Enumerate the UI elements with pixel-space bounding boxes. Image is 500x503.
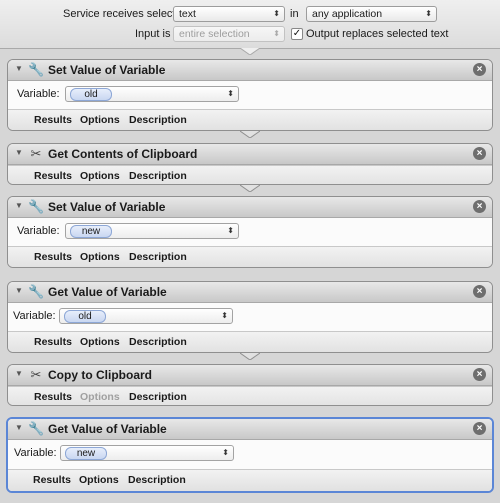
action-titlebar[interactable]: ▼ ✂ Copy to Clipboard ×: [8, 365, 492, 386]
action-footer: Results Options Description: [8, 331, 492, 352]
tab-options: Options: [80, 391, 120, 403]
action-title: Copy to Clipboard: [48, 368, 152, 382]
action-title: Get Value of Variable: [48, 285, 167, 299]
tab-description[interactable]: Description: [129, 251, 187, 263]
action-titlebar[interactable]: ▼ 🔧 Get Value of Variable ×: [8, 282, 492, 303]
service-receives-label: Service receives selected: [63, 8, 188, 20]
tab-options[interactable]: Options: [80, 251, 120, 263]
input-scope-popup[interactable]: entire selection ⬍: [173, 26, 285, 42]
wrench-icon: 🔧: [28, 62, 45, 77]
flow-connector: [240, 48, 260, 55]
action-footer: Results Options Description: [8, 246, 492, 267]
wrench-icon: 🔧: [28, 421, 45, 436]
variable-popup[interactable]: old ⬍: [65, 86, 239, 102]
variable-token: old: [64, 310, 106, 323]
input-scope-value: entire selection: [179, 28, 250, 40]
flow-connector: [240, 353, 260, 360]
variable-token: new: [65, 447, 107, 460]
application-popup[interactable]: any application ⬍: [306, 6, 437, 22]
scissors-icon: ✂: [30, 146, 42, 161]
action-get-value-new[interactable]: ▼ 🔧 Get Value of Variable × Variable: ne…: [6, 417, 494, 493]
action-footer: Results Options Description: [8, 386, 492, 405]
variable-token: old: [70, 88, 112, 101]
variable-token: new: [70, 225, 112, 238]
tab-description[interactable]: Description: [129, 336, 187, 348]
tab-description[interactable]: Description: [128, 474, 186, 486]
action-get-value-old[interactable]: ▼ 🔧 Get Value of Variable × Variable: ol…: [7, 281, 493, 353]
variable-label: Variable:: [17, 225, 60, 237]
disclosure-triangle-icon[interactable]: ▼: [15, 286, 23, 295]
input-is-label: Input is: [135, 28, 171, 40]
close-icon[interactable]: ×: [473, 368, 486, 381]
action-copy-clipboard[interactable]: ▼ ✂ Copy to Clipboard × Results Options …: [7, 364, 493, 406]
tab-results[interactable]: Results: [34, 391, 72, 403]
action-titlebar[interactable]: ▼ ✂ Get Contents of Clipboard ×: [8, 144, 492, 165]
popup-arrows-icon: ⬍: [273, 29, 280, 38]
wrench-icon: 🔧: [28, 199, 45, 214]
in-label: in: [290, 8, 299, 20]
popup-arrows-icon: ⬍: [227, 89, 234, 98]
tab-options[interactable]: Options: [80, 170, 120, 182]
tab-results[interactable]: Results: [34, 251, 72, 263]
application-value: any application: [312, 8, 383, 20]
disclosure-triangle-icon[interactable]: ▼: [15, 201, 23, 210]
tab-results[interactable]: Results: [34, 114, 72, 126]
wrench-icon: 🔧: [28, 284, 45, 299]
close-icon[interactable]: ×: [473, 200, 486, 213]
output-replaces-label: Output replaces selected text: [306, 28, 449, 40]
tab-description[interactable]: Description: [129, 391, 187, 403]
popup-arrows-icon: ⬍: [227, 226, 234, 235]
tab-options[interactable]: Options: [80, 114, 120, 126]
tab-description[interactable]: Description: [129, 114, 187, 126]
disclosure-triangle-icon[interactable]: ▼: [15, 423, 23, 432]
action-titlebar[interactable]: ▼ 🔧 Set Value of Variable ×: [8, 197, 492, 218]
popup-arrows-icon: ⬍: [222, 448, 229, 457]
action-title: Get Contents of Clipboard: [48, 147, 198, 161]
close-icon[interactable]: ×: [473, 422, 486, 435]
action-get-clipboard[interactable]: ▼ ✂ Get Contents of Clipboard × Results …: [7, 143, 493, 185]
variable-label: Variable:: [14, 447, 57, 459]
disclosure-triangle-icon[interactable]: ▼: [15, 148, 23, 157]
action-footer: Results Options Description: [8, 165, 492, 184]
service-input-type-popup[interactable]: text ⬍: [173, 6, 285, 22]
action-title: Set Value of Variable: [48, 200, 166, 214]
variable-popup[interactable]: new ⬍: [60, 445, 234, 461]
disclosure-triangle-icon[interactable]: ▼: [15, 64, 23, 73]
variable-popup[interactable]: new ⬍: [65, 223, 239, 239]
tab-options[interactable]: Options: [79, 474, 119, 486]
close-icon[interactable]: ×: [473, 147, 486, 160]
popup-arrows-icon: ⬍: [425, 9, 432, 18]
service-header: Service receives selected text ⬍ in any …: [0, 0, 500, 49]
variable-label: Variable:: [13, 310, 56, 322]
popup-arrows-icon: ⬍: [273, 9, 280, 18]
action-footer: Results Options Description: [8, 469, 492, 491]
action-title: Get Value of Variable: [48, 422, 167, 436]
popup-arrows-icon: ⬍: [221, 311, 228, 320]
disclosure-triangle-icon[interactable]: ▼: [15, 369, 23, 378]
tab-options[interactable]: Options: [80, 336, 120, 348]
flow-connector: [240, 131, 260, 138]
tab-results[interactable]: Results: [34, 170, 72, 182]
variable-label: Variable:: [17, 88, 60, 100]
scissors-icon: ✂: [30, 367, 42, 382]
action-titlebar[interactable]: ▼ 🔧 Set Value of Variable ×: [8, 60, 492, 81]
tab-results[interactable]: Results: [34, 336, 72, 348]
tab-results[interactable]: Results: [33, 474, 71, 486]
action-titlebar[interactable]: ▼ 🔧 Get Value of Variable ×: [8, 419, 492, 440]
output-replaces-checkbox[interactable]: ✓: [291, 28, 303, 40]
action-set-value-old[interactable]: ▼ 🔧 Set Value of Variable × Variable: ol…: [7, 59, 493, 131]
service-input-type-value: text: [179, 8, 196, 20]
action-title: Set Value of Variable: [48, 63, 166, 77]
close-icon[interactable]: ×: [473, 63, 486, 76]
action-footer: Results Options Description: [8, 109, 492, 130]
flow-connector: [240, 185, 260, 192]
close-icon[interactable]: ×: [473, 285, 486, 298]
action-set-value-new[interactable]: ▼ 🔧 Set Value of Variable × Variable: ne…: [7, 196, 493, 268]
variable-popup[interactable]: old ⬍: [59, 308, 233, 324]
tab-description[interactable]: Description: [129, 170, 187, 182]
